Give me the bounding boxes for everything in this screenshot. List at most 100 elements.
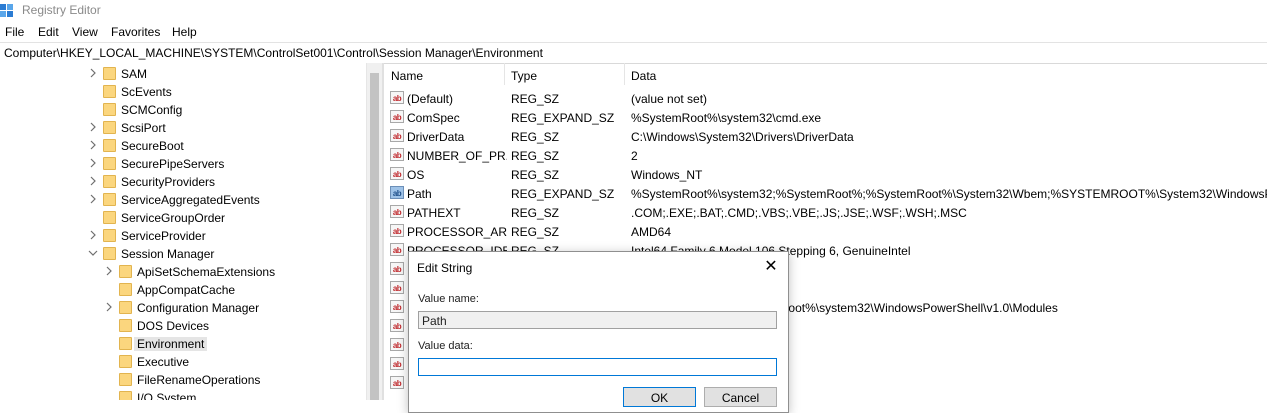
string-value-icon: ab [390,376,404,389]
tree-item[interactable]: SCMConfig [0,101,360,119]
chevron-right-icon[interactable] [88,68,98,78]
tree-item-label: ServiceGroupOrder [121,211,226,225]
string-value-icon: ab [390,319,404,332]
menu-file[interactable]: File [5,25,24,39]
tree-item[interactable]: I/O System [0,389,360,400]
tree-item-label: Environment [134,337,208,351]
tree-item[interactable]: ApiSetSchemaExtensions [0,263,360,281]
value-data-input[interactable] [418,358,777,376]
value-name-cell: PATHEXT [407,206,461,220]
value-row[interactable]: ab Path REG_EXPAND_SZ %SystemRoot%\system32… [384,184,1267,203]
column-divider[interactable] [624,63,625,85]
dialog-title: Edit String [417,261,473,275]
tree-item-label: Executive [137,355,190,369]
tree-item[interactable]: SAM [0,65,360,83]
column-header-data[interactable]: Data [631,69,656,83]
tree-item[interactable]: ScsiPort [0,119,360,137]
folder-icon [119,355,132,368]
column-header-type[interactable]: Type [511,69,537,83]
registry-editor-icon [0,4,13,17]
folder-icon [103,85,116,98]
cancel-button[interactable]: Cancel [704,387,777,407]
tree-item[interactable]: AppCompatCache [0,281,360,299]
edit-string-dialog: Edit String ✕ Value name: Path Value dat… [408,251,789,413]
chevron-right-icon[interactable] [88,230,98,240]
folder-icon [103,139,116,152]
tree-item[interactable]: SecureBoot [0,137,360,155]
address-path[interactable]: Computer\HKEY_LOCAL_MACHINE\SYSTEM\Contr… [4,46,543,60]
tree-item-label: SCMConfig [121,103,183,117]
tree-item[interactable]: SecurePipeServers [0,155,360,173]
value-type-cell: REG_EXPAND_SZ [511,111,615,125]
menu-edit[interactable]: Edit [38,25,59,39]
tree-scrollbar-thumb[interactable] [370,73,379,400]
tree-scrollbar[interactable] [366,63,383,400]
value-row[interactable]: ab DriverData REG_SZ C:\Windows\System32\Dr… [384,127,1267,146]
value-name-cell: OS [407,168,425,182]
close-icon[interactable]: ✕ [761,257,781,277]
window-title: Registry Editor [22,3,101,17]
ok-button[interactable]: OK [623,387,696,407]
folder-icon [103,229,116,242]
tree-item-label: DOS Devices [137,319,210,333]
menu-view[interactable]: View [72,25,98,39]
tree-item[interactable]: ServiceGroupOrder [0,209,360,227]
column-header-name[interactable]: Name [391,69,423,83]
chevron-right-icon[interactable] [88,140,98,150]
column-divider[interactable] [504,63,505,85]
value-type-cell: REG_SZ [511,225,560,239]
value-data-cell: 2 [631,149,638,163]
tree-item[interactable]: ServiceProvider [0,227,360,245]
menu-help[interactable]: Help [172,25,197,39]
chevron-right-icon[interactable] [104,302,114,312]
tree-item-label: SecurePipeServers [121,157,225,171]
tree-item[interactable]: ServiceAggregatedEvents [0,191,360,209]
tree-item[interactable]: SecurityProviders [0,173,360,191]
folder-icon [119,301,132,314]
value-row[interactable]: ab (Default) REG_SZ (value not set) [384,89,1267,108]
chevron-right-icon[interactable] [88,176,98,186]
value-type-cell: REG_SZ [511,130,560,144]
value-data-cell: AMD64 [631,225,672,239]
tree-item[interactable]: Configuration Manager [0,299,360,317]
string-value-icon: ab [390,129,404,142]
tree-item[interactable]: Executive [0,353,360,371]
value-row[interactable]: ab ComSpec REG_EXPAND_SZ %SystemRoot%\syste… [384,108,1267,127]
tree-item[interactable]: DOS Devices [0,317,360,335]
string-value-icon: ab [390,148,404,161]
tree-item-label: FileRenameOperations [137,373,261,387]
value-name-cell: PROCESSOR_AR... [407,225,507,239]
folder-icon [103,175,116,188]
value-row[interactable]: ab PATHEXT REG_SZ .COM;.EXE;.BAT;.CMD;.VBS;… [384,203,1267,222]
chevron-right-icon[interactable] [88,122,98,132]
tree-item-label: Session Manager [121,247,215,261]
chevron-down-icon[interactable] [88,248,98,258]
chevron-right-icon[interactable] [88,194,98,204]
key-tree[interactable]: SAM ScEvents SCMConfig ScsiPort SecureBoot Se… [0,63,366,400]
folder-icon [103,193,116,206]
value-row[interactable]: ab PROCESSOR_AR... REG_SZ AMD64 [384,222,1267,241]
tree-item-label: Configuration Manager [137,301,260,315]
string-value-icon: ab [390,186,404,199]
menu-favorites[interactable]: Favorites [111,25,160,39]
value-row[interactable]: ab NUMBER_OF_PR... REG_SZ 2 [384,146,1267,165]
value-row[interactable]: ab OS REG_SZ Windows_NT [384,165,1267,184]
tree-item[interactable]: Session Manager [0,245,360,263]
tree-item[interactable]: ScEvents [0,83,360,101]
folder-icon [103,103,116,116]
string-value-icon: ab [390,300,404,313]
tree-item[interactable]: FileRenameOperations [0,371,360,389]
tree-item[interactable]: Environment [0,335,360,353]
tree-item-label: SAM [121,67,148,81]
tree-item-label: ScEvents [121,85,172,99]
chevron-right-icon[interactable] [104,266,114,276]
tree-item-label: I/O System [137,391,197,400]
chevron-right-icon[interactable] [88,158,98,168]
address-bar[interactable]: Computer\HKEY_LOCAL_MACHINE\SYSTEM\Contr… [0,42,1267,64]
value-name-cell: Path [407,187,432,201]
tree-item-label: SecurityProviders [121,175,216,189]
title-bar: Registry Editor [0,0,1267,22]
string-value-icon: ab [390,338,404,351]
string-value-icon: ab [390,91,404,104]
string-value-icon: ab [390,262,404,275]
